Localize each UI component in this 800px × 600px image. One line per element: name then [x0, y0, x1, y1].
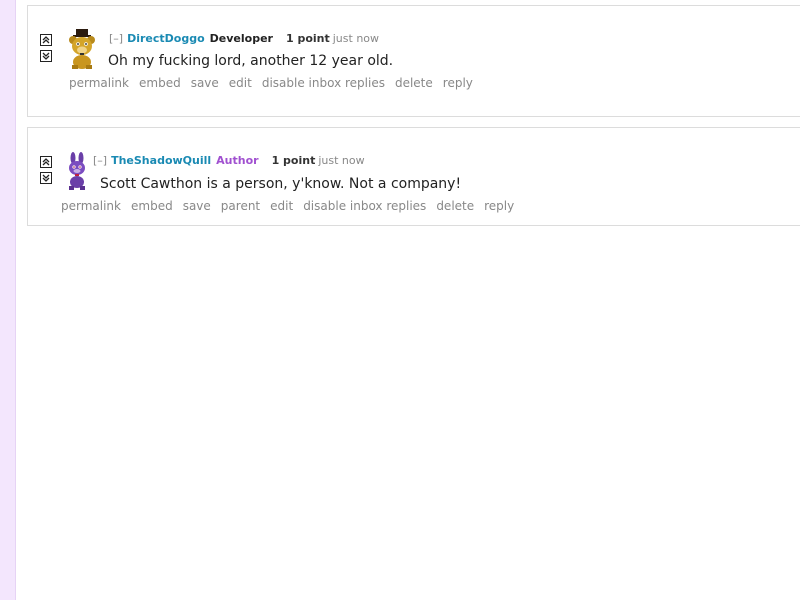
permalink-button[interactable]: permalink: [69, 76, 129, 90]
parent-button[interactable]: parent: [221, 199, 260, 213]
comment-tagline: [–] DirectDoggo Developer 1 point just now: [109, 32, 379, 45]
save-button[interactable]: save: [183, 199, 211, 213]
downvote-icon[interactable]: [40, 50, 52, 62]
user-flair: Author: [216, 154, 259, 167]
embed-button[interactable]: embed: [131, 199, 173, 213]
left-sidebar-strip: [0, 0, 16, 600]
comment-actions: permalink embed save parent edit disable inbo…: [61, 199, 524, 213]
comment: [–] DirectDoggo Developer 1 point just now O…: [27, 5, 800, 117]
user-flair: Developer: [209, 32, 273, 45]
vote-controls: [40, 156, 52, 188]
upvote-icon[interactable]: [40, 34, 52, 46]
delete-button[interactable]: delete: [395, 76, 433, 90]
vote-controls: [40, 34, 52, 66]
comment-actions: permalink embed save edit disable inbox repl…: [69, 76, 483, 90]
author-link[interactable]: DirectDoggo: [127, 32, 205, 45]
downvote-icon[interactable]: [40, 172, 52, 184]
comment-body: Oh my fucking lord, another 12 year old.: [108, 53, 394, 69]
permalink-button[interactable]: permalink: [61, 199, 121, 213]
edit-button[interactable]: edit: [229, 76, 252, 90]
embed-button[interactable]: embed: [139, 76, 181, 90]
disable-inbox-replies-button[interactable]: disable inbox replies: [303, 199, 426, 213]
delete-button[interactable]: delete: [436, 199, 474, 213]
reply-button[interactable]: reply: [484, 199, 514, 213]
edit-button[interactable]: edit: [270, 199, 293, 213]
collapse-toggle[interactable]: [–]: [93, 154, 107, 167]
save-button[interactable]: save: [191, 76, 219, 90]
comment-score: 1 point: [285, 32, 330, 45]
comment-tagline: [–] TheShadowQuill Author 1 point just now: [93, 154, 365, 167]
author-link[interactable]: TheShadowQuill: [111, 154, 211, 167]
purple-bunny-icon[interactable]: [64, 152, 90, 190]
upvote-icon[interactable]: [40, 156, 52, 168]
comment-timestamp: just now: [332, 32, 380, 45]
golden-bear-icon[interactable]: [66, 29, 98, 69]
comment-timestamp: just now: [318, 154, 365, 167]
comment-score: 1 point: [271, 154, 316, 167]
disable-inbox-replies-button[interactable]: disable inbox replies: [262, 76, 385, 90]
comment: [–] TheShadowQuill Author 1 point just now S…: [27, 127, 800, 226]
comment-body: Scott Cawthon is a person, y'know. Not a…: [100, 176, 462, 192]
collapse-toggle[interactable]: [–]: [109, 32, 123, 45]
reply-button[interactable]: reply: [443, 76, 473, 90]
